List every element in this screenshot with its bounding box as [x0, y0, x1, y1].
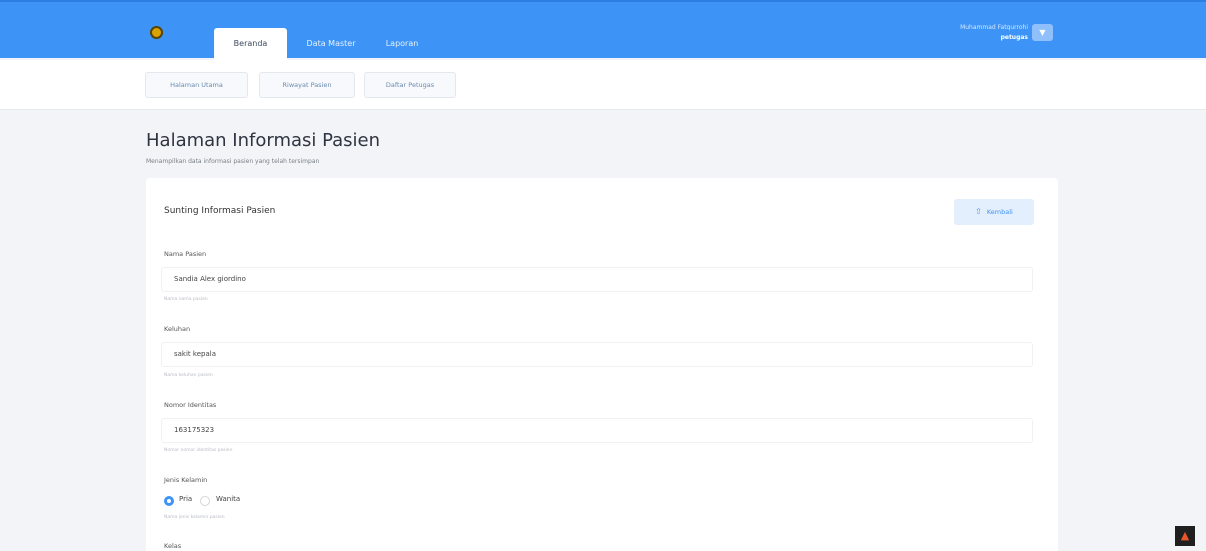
user-name: Muhammad Fatqurrohi — [960, 24, 1028, 31]
back-button-label: Kembali — [986, 208, 1013, 216]
top-navbar: Beranda Data Master Laporan Muhammad Fat… — [0, 0, 1206, 60]
nomor-identitas-label: Nomor Identitas — [164, 401, 217, 409]
nomor-identitas-help: Nomor nomor identitas pasien — [164, 448, 233, 453]
nomor-identitas-input[interactable]: 163175323 — [161, 418, 1033, 443]
radio-pria[interactable] — [164, 496, 174, 506]
user-info: Muhammad Fatqurrohi petugas — [960, 24, 1028, 41]
radio-wanita-label: Wanita — [216, 495, 241, 503]
chevron-down-icon: ▼ — [1039, 28, 1046, 37]
card-title: Sunting Informasi Pasien — [164, 206, 276, 216]
keluhan-label: Keluhan — [164, 325, 191, 333]
kelas-label: Kelas — [164, 542, 182, 550]
user-role: petugas — [1000, 34, 1028, 41]
warning-icon[interactable]: ▲ — [1175, 526, 1195, 546]
user-menu-button[interactable]: ▼ — [1032, 24, 1053, 41]
radio-wanita[interactable] — [200, 496, 210, 506]
nama-pasien-help: Nama nama pasien — [164, 297, 208, 302]
subnav-riwayat-pasien[interactable]: Riwayat Pasien — [259, 72, 355, 98]
tab-beranda[interactable]: Beranda — [214, 28, 287, 60]
jenis-kelamin-label: Jenis Kelamin — [164, 476, 208, 484]
nama-pasien-label: Nama Pasien — [164, 250, 207, 258]
tab-data-master[interactable]: Data Master — [296, 28, 366, 60]
subnav-daftar-petugas[interactable]: Daftar Petugas — [364, 72, 456, 98]
nama-pasien-input[interactable]: Sandia Alex giordino — [161, 267, 1033, 292]
back-button[interactable]: ⇧ Kembali — [954, 199, 1034, 225]
keluhan-input[interactable]: sakit kepala — [161, 342, 1033, 367]
subnav-halaman-utama[interactable]: Halaman Utama — [145, 72, 248, 98]
tab-laporan[interactable]: Laporan — [372, 28, 432, 60]
app-logo-icon[interactable] — [150, 26, 163, 39]
page-title: Halaman Informasi Pasien — [146, 130, 381, 151]
edit-patient-card: Sunting Informasi Pasien ⇧ Kembali Nama P… — [146, 178, 1058, 551]
radio-pria-label: Pria — [179, 495, 193, 503]
sub-navbar: Halaman Utama Riwayat Pasien Daftar Petu… — [0, 60, 1206, 110]
keluhan-help: Nama keluhan pasien — [164, 373, 213, 378]
jenis-kelamin-help: Nama jenis kelamin pasien — [164, 515, 225, 520]
arrow-up-icon: ⇧ — [975, 207, 982, 216]
page-subtitle: Menampilkan data informasi pasien yang t… — [146, 158, 320, 165]
